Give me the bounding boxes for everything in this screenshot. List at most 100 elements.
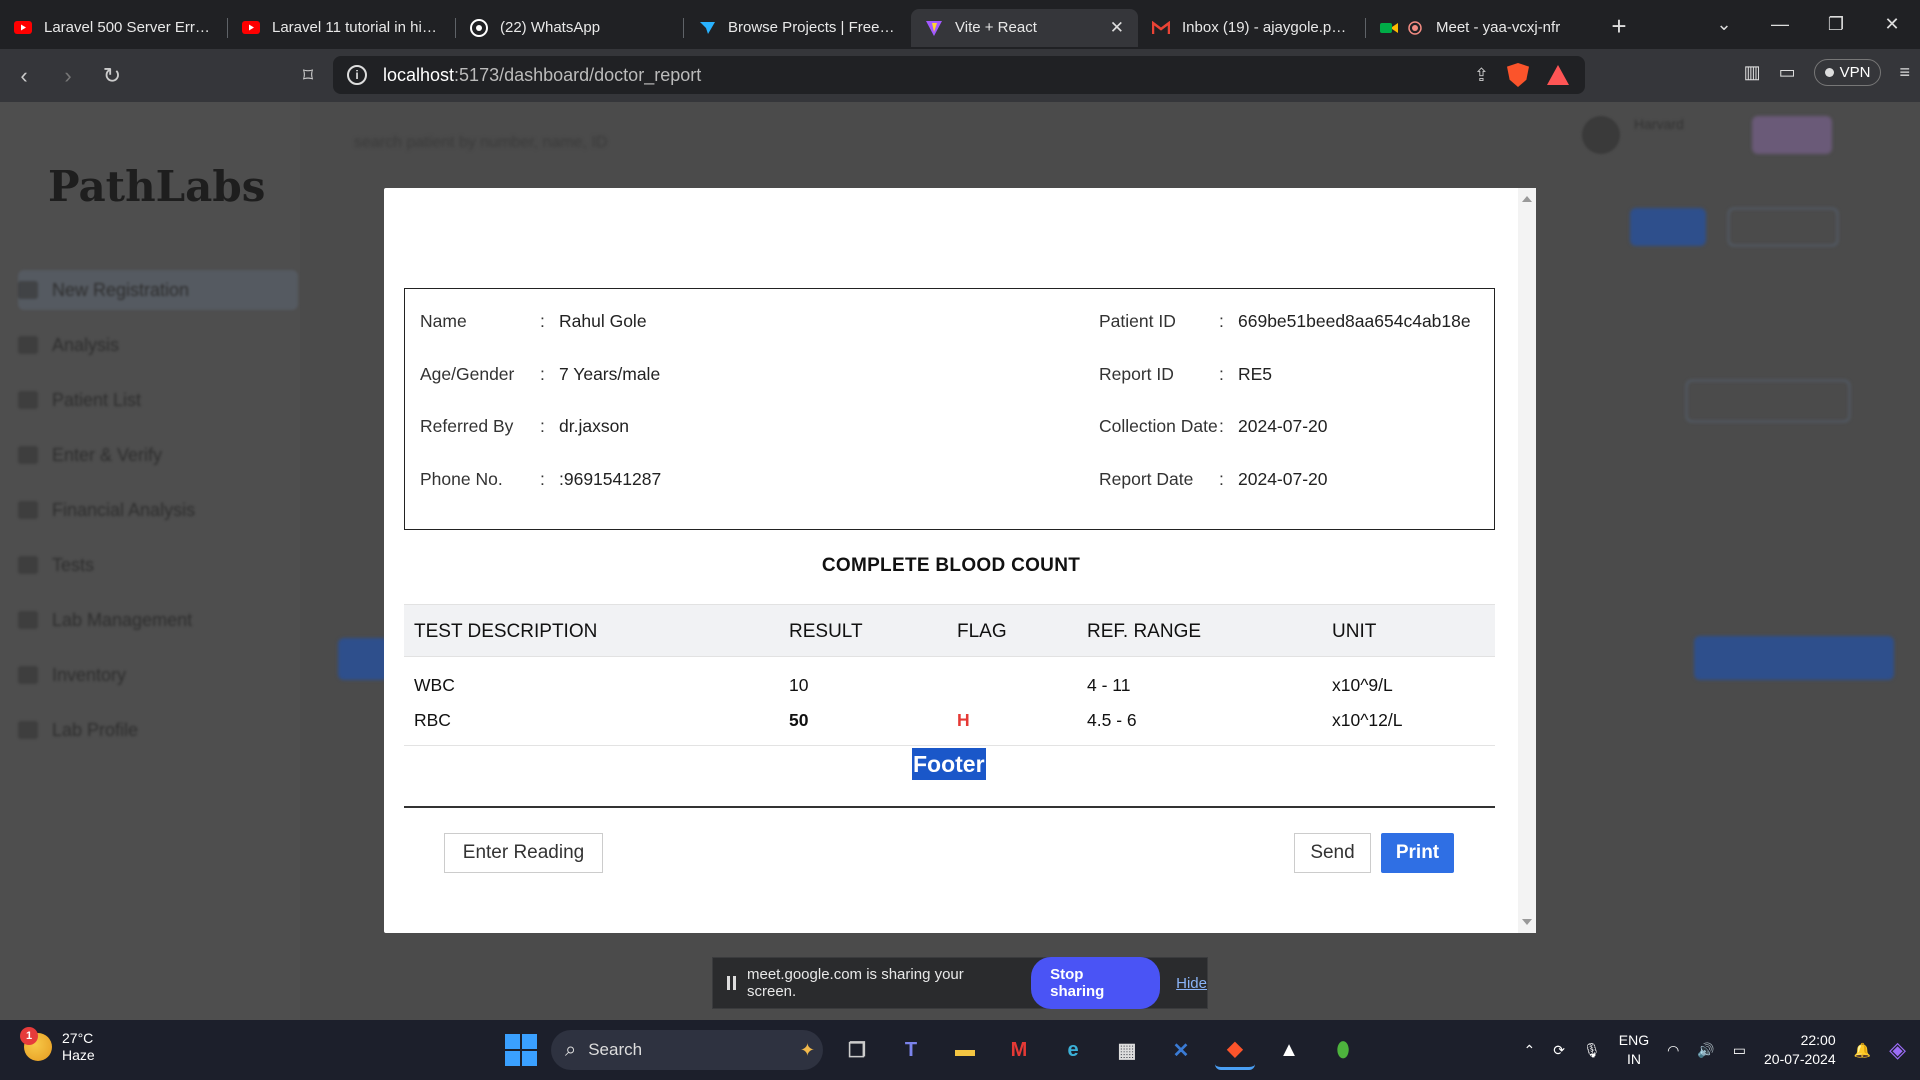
mcafee-icon[interactable]: M [999,1030,1039,1070]
reload-icon[interactable]: ↻ [92,63,132,89]
temperature: 27°C [62,1030,94,1046]
forward-icon[interactable]: › [48,63,88,89]
modal-scrollbar[interactable] [1518,188,1536,933]
field-label: Collection Date [1099,415,1218,436]
wallet-icon[interactable]: ▭ [1779,62,1796,83]
sidebar-item-financial-analysis[interactable]: Financial Analysis [18,490,298,530]
battery-icon[interactable]: ▭ [1733,1042,1746,1059]
browser-tab-strip: Laravel 500 Server Error S Laravel 11 tu… [0,0,1920,49]
vite-icon [925,19,943,37]
clock[interactable]: 22:00 20-07-2024 [1764,1031,1836,1069]
clock-date: 20-07-2024 [1764,1051,1836,1067]
volume-icon[interactable]: 🔊 [1697,1042,1714,1059]
field-report-date: Report Date:2024-07-20 [1099,467,1328,491]
comments-button-bg[interactable] [1686,380,1850,422]
enter-reading-button[interactable]: Enter Reading [444,833,603,873]
tab-meet[interactable]: Meet - yaa-vcxj-nfr [1366,9,1593,47]
table-divider [404,745,1495,746]
vpn-button[interactable]: VPN [1813,59,1882,86]
sidebar-item-patient-list[interactable]: Patient List [18,380,298,420]
header-button[interactable] [1752,116,1832,154]
sync-icon[interactable]: ⟳ [1553,1042,1565,1059]
tab-title: Inbox (19) - ajaygole.pseu [1182,19,1351,36]
back-icon[interactable]: ‹ [4,63,44,89]
taskbar-search[interactable]: ⌕ Search ✦ [551,1030,823,1070]
sidebar-item-label: Patient List [52,389,142,410]
edge-icon[interactable]: e [1053,1030,1093,1070]
approve-print-button-bg[interactable] [1694,636,1894,680]
close-window-icon[interactable]: ✕ [1864,14,1920,35]
share-message: meet.google.com is sharing your screen. [746,966,964,1000]
phone-value: :9691541287 [559,468,662,489]
drag-handle-icon[interactable] [727,976,736,990]
test-range: 4.5 - 6 [1087,710,1137,730]
share-icon[interactable]: ⇪ [1474,65,1489,86]
avatar[interactable] [1582,116,1620,154]
sidebar-toggle-icon[interactable]: ▥ [1744,62,1761,83]
sidebar-item-lab-profile[interactable]: Lab Profile [18,710,298,750]
new-tab-button[interactable]: + [1599,11,1639,42]
brave-rewards-icon[interactable] [1547,65,1569,85]
windows-taskbar: 1 27°C Haze ⌕ Search ✦ ❐ T ▬ M e ▦ ✕ ◆ ▲ ⬮ … [0,1020,1920,1080]
tab-vite-react[interactable]: Vite + React ✕ [911,8,1138,47]
sidebar-item-analysis[interactable]: Analysis [18,325,298,365]
tab-gmail[interactable]: Inbox (19) - ajaygole.pseu [1138,9,1365,47]
hide-link[interactable]: Hide [1176,975,1207,992]
file-explorer-icon[interactable]: ▬ [945,1030,985,1070]
tab-laravel-error[interactable]: Laravel 500 Server Error S [0,9,227,47]
sidebar-item-inventory[interactable]: Inventory [18,655,298,695]
close-icon[interactable]: ✕ [1110,18,1124,38]
sidebar-item-enter-verify[interactable]: Enter & Verify [18,435,298,475]
sidebar-item-label: Enter & Verify [52,444,163,465]
task-view-icon[interactable]: ❐ [837,1030,877,1070]
print-button[interactable]: Print [1381,833,1454,873]
tab-laravel-tutorial[interactable]: Laravel 11 tutorial in hindi [228,9,455,47]
action-button-bg[interactable] [1728,208,1838,246]
user-icon [18,281,38,299]
send-button[interactable]: Send [1294,833,1371,873]
bookmark-icon[interactable]: ⌑ [288,63,328,88]
meet-icon [1380,19,1398,37]
brave-shield-icon[interactable] [1507,63,1529,87]
site-info-icon[interactable]: i [347,65,367,85]
stop-sharing-button[interactable]: Stop sharing [1031,957,1161,1009]
sidebar-item-tests[interactable]: Tests [18,545,298,585]
app-logo: PathLabs [48,162,266,211]
sidebar-item-lab-management[interactable]: Lab Management [18,600,298,640]
patient-search-input[interactable]: search patient by number, name, ID [340,124,1100,166]
address-bar[interactable]: i localhost:5173/dashboard/doctor_report… [333,56,1585,94]
url-path: :5173/dashboard/doctor_report [454,64,702,85]
brave-icon[interactable]: ◆ [1215,1030,1255,1070]
minimize-icon[interactable]: — [1752,14,1808,35]
tab-title: Laravel 11 tutorial in hindi [272,19,441,36]
whatsapp-icon [470,18,488,37]
store-icon[interactable]: ▦ [1107,1030,1147,1070]
patient-info-box: Name: Rahul Gole Age/Gender:7 Years/male … [404,288,1495,530]
sidebar-item-new-registration[interactable]: New Registration [18,270,298,310]
column-header: REF. RANGE [1087,621,1202,642]
field-report-id: Report ID: RE5 [1099,362,1272,386]
tab-freelancer[interactable]: Browse Projects | Freelanc [684,9,911,47]
mongodb-icon[interactable]: ⬮ [1323,1030,1363,1070]
wifi-icon[interactable]: ◠ [1667,1042,1679,1059]
app-icon[interactable]: ▲ [1269,1030,1309,1070]
restore-icon[interactable]: ❐ [1808,14,1864,35]
microphone-icon[interactable]: 🎙 [1583,1042,1601,1059]
tab-title: (22) WhatsApp [500,19,601,36]
url-host: localhost [383,64,455,85]
language-indicator[interactable]: ENG IN [1619,1031,1649,1069]
tab-whatsapp[interactable]: (22) WhatsApp [456,9,683,47]
gmail-icon [1152,19,1170,37]
windows-start-icon[interactable] [505,1034,537,1066]
chevron-up-icon[interactable]: ⌃ [1524,1042,1536,1059]
save-button-bg[interactable] [1630,208,1706,246]
notification-bell-icon[interactable]: 🔔 [1854,1042,1871,1059]
weather-widget[interactable]: 1 27°C Haze [20,1027,95,1064]
left-action-button-bg[interactable] [338,638,388,680]
tab-search-chevron-icon[interactable]: ⌄ [1696,14,1752,35]
teams-icon[interactable]: T [891,1030,931,1070]
vscode-icon[interactable]: ✕ [1161,1030,1201,1070]
menu-icon[interactable]: ≡ [1899,62,1910,83]
sidebar-item-label: New Registration [52,279,190,300]
copilot-icon[interactable]: ◈ [1889,1037,1906,1063]
